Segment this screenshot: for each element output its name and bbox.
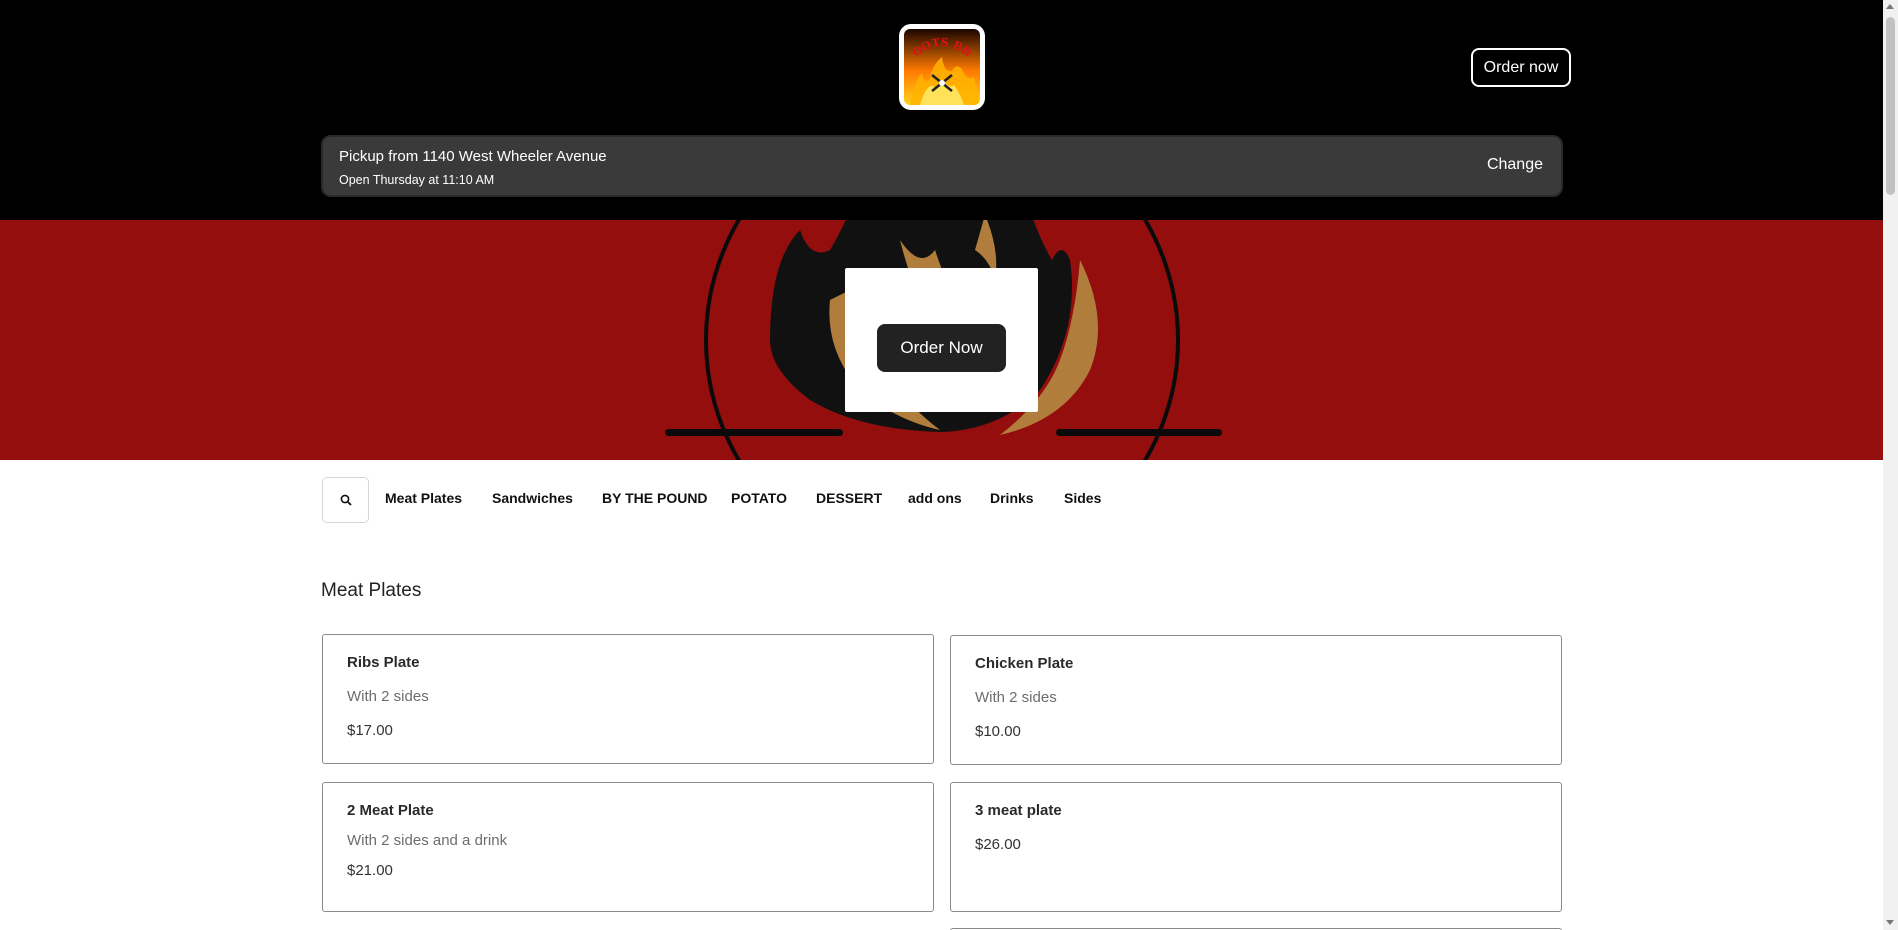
item-name: Chicken Plate	[975, 655, 1074, 672]
section-title: Meat Plates	[321, 580, 422, 601]
pickup-address: Pickup from 1140 West Wheeler Avenue	[339, 148, 607, 165]
item-price: $26.00	[975, 836, 1021, 853]
category-dessert[interactable]: DESSERT	[816, 490, 882, 506]
page-scrollbar[interactable]	[1883, 0, 1898, 930]
category-sandwiches[interactable]: Sandwiches	[492, 490, 573, 506]
item-price: $17.00	[347, 722, 393, 739]
menu-item-card[interactable]: 3 meat plate $26.00	[950, 782, 1562, 912]
hero-order-card: Order Now	[845, 268, 1038, 412]
item-price: $10.00	[975, 723, 1021, 740]
item-name: Ribs Plate	[347, 654, 420, 671]
hero-order-now-button[interactable]: Order Now	[877, 324, 1006, 372]
scroll-thumb[interactable]	[1886, 17, 1895, 195]
menu-item-card[interactable]: Chicken Plate With 2 sides $10.00	[950, 635, 1562, 765]
search-icon	[340, 494, 352, 506]
category-add-ons[interactable]: add ons	[908, 490, 962, 506]
scroll-up-icon[interactable]	[1886, 4, 1894, 9]
category-meat-plates[interactable]: Meat Plates	[385, 490, 462, 506]
category-by-the-pound[interactable]: BY THE POUND	[602, 490, 708, 506]
site-header: BOOTS BBQ Order now Pickup from 1140 Wes…	[0, 0, 1883, 220]
category-sides[interactable]: Sides	[1064, 490, 1101, 506]
change-location-button[interactable]: Change	[1487, 156, 1543, 174]
category-nav: Meat Plates Sandwiches BY THE POUND POTA…	[322, 477, 1562, 525]
pickup-location-bar[interactable]: Pickup from 1140 West Wheeler Avenue Ope…	[321, 135, 1563, 197]
opening-hours: Open Thursday at 11:10 AM	[339, 173, 495, 187]
menu-item-card[interactable]: 2 Meat Plate With 2 sides and a drink $2…	[322, 782, 934, 912]
order-now-button[interactable]: Order now	[1471, 48, 1571, 87]
item-description: With 2 sides	[975, 689, 1057, 706]
item-description: With 2 sides and a drink	[347, 832, 508, 849]
item-description: With 2 sides	[347, 688, 429, 705]
menu-item-card[interactable]: Ribs Plate With 2 sides $17.00	[322, 634, 934, 764]
restaurant-logo[interactable]: BOOTS BBQ	[899, 24, 985, 110]
category-potato[interactable]: POTATO	[731, 490, 787, 506]
item-name: 2 Meat Plate	[347, 802, 434, 819]
logo-image: BOOTS BBQ	[904, 29, 980, 105]
scroll-down-icon[interactable]	[1886, 920, 1894, 925]
hero-banner: Order Now	[0, 220, 1883, 460]
page: BOOTS BBQ Order now Pickup from 1140 Wes…	[0, 0, 1883, 930]
category-drinks[interactable]: Drinks	[990, 490, 1034, 506]
search-button[interactable]	[322, 477, 369, 523]
item-price: $21.00	[347, 862, 393, 879]
item-name: 3 meat plate	[975, 802, 1062, 819]
